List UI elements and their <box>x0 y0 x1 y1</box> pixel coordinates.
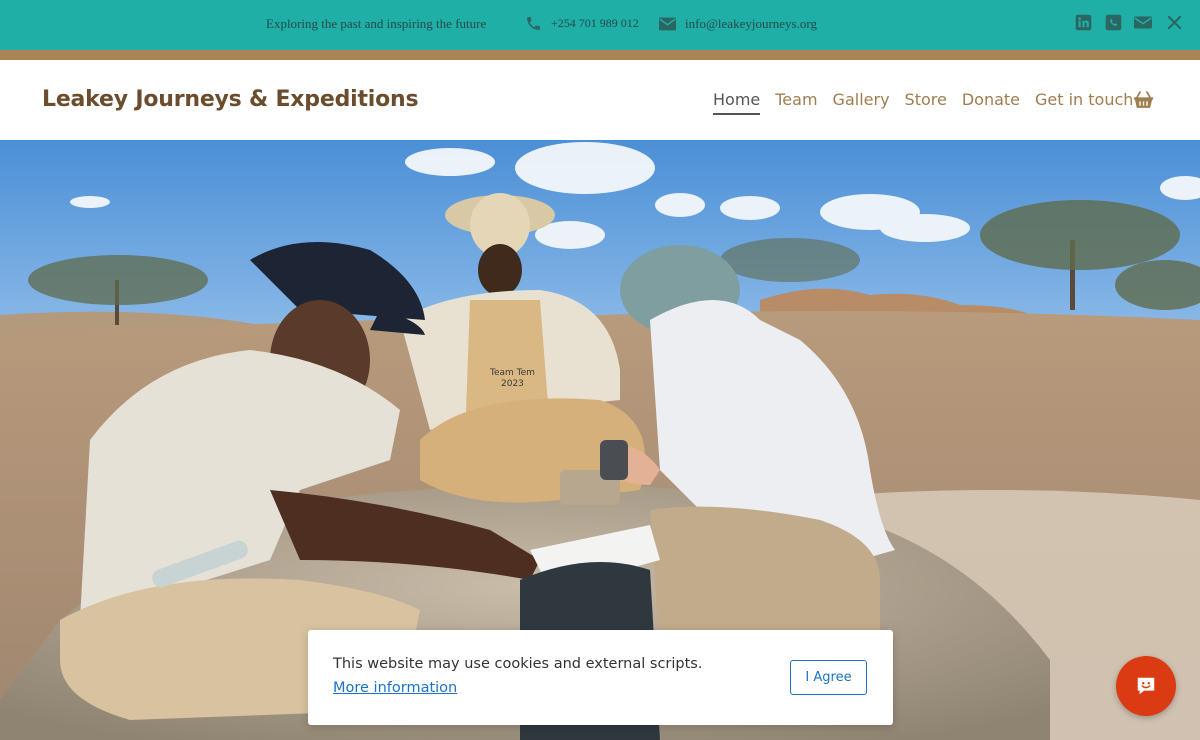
bib-year: 2023 <box>501 379 524 389</box>
nav-team[interactable]: Team <box>775 90 817 115</box>
email-address[interactable]: info@leakeyjourneys.org <box>685 16 817 32</box>
phone-icon <box>525 15 542 32</box>
email-icon[interactable] <box>1134 14 1152 31</box>
cookie-more-info-link[interactable]: More information <box>333 680 457 696</box>
cookie-message: This website may use cookies and externa… <box>333 656 703 672</box>
linkedin-icon[interactable] <box>1075 14 1092 31</box>
nav-store[interactable]: Store <box>905 90 947 115</box>
x-icon[interactable] <box>1167 15 1182 30</box>
top-bar: Exploring the past and inspiring the fut… <box>0 0 1200 50</box>
cookie-agree-button[interactable]: I Agree <box>790 660 867 695</box>
shopping-basket-icon[interactable] <box>1133 91 1154 109</box>
site-brand[interactable]: Leakey Journeys & Expeditions <box>42 87 419 112</box>
phone-number[interactable]: +254 701 989 012 <box>551 16 639 31</box>
accent-stripe <box>0 50 1200 60</box>
chat-button[interactable] <box>1116 656 1176 716</box>
tagline: Exploring the past and inspiring the fut… <box>266 16 487 31</box>
cookie-banner: This website may use cookies and externa… <box>308 630 893 725</box>
nav-donate[interactable]: Donate <box>962 90 1020 115</box>
chat-smile-icon <box>1137 677 1155 695</box>
nav-get-in-touch[interactable]: Get in touch <box>1035 90 1133 115</box>
bib-text: Team Tem <box>489 368 535 378</box>
nav-home[interactable]: Home <box>713 90 761 115</box>
main-nav: Home Team Gallery Store Donate Get in to… <box>713 90 1148 115</box>
envelope-icon <box>659 17 676 31</box>
whatsapp-icon[interactable] <box>1105 14 1122 31</box>
site-header: Leakey Journeys & Expeditions Home Team … <box>0 60 1200 140</box>
nav-gallery[interactable]: Gallery <box>833 90 890 115</box>
